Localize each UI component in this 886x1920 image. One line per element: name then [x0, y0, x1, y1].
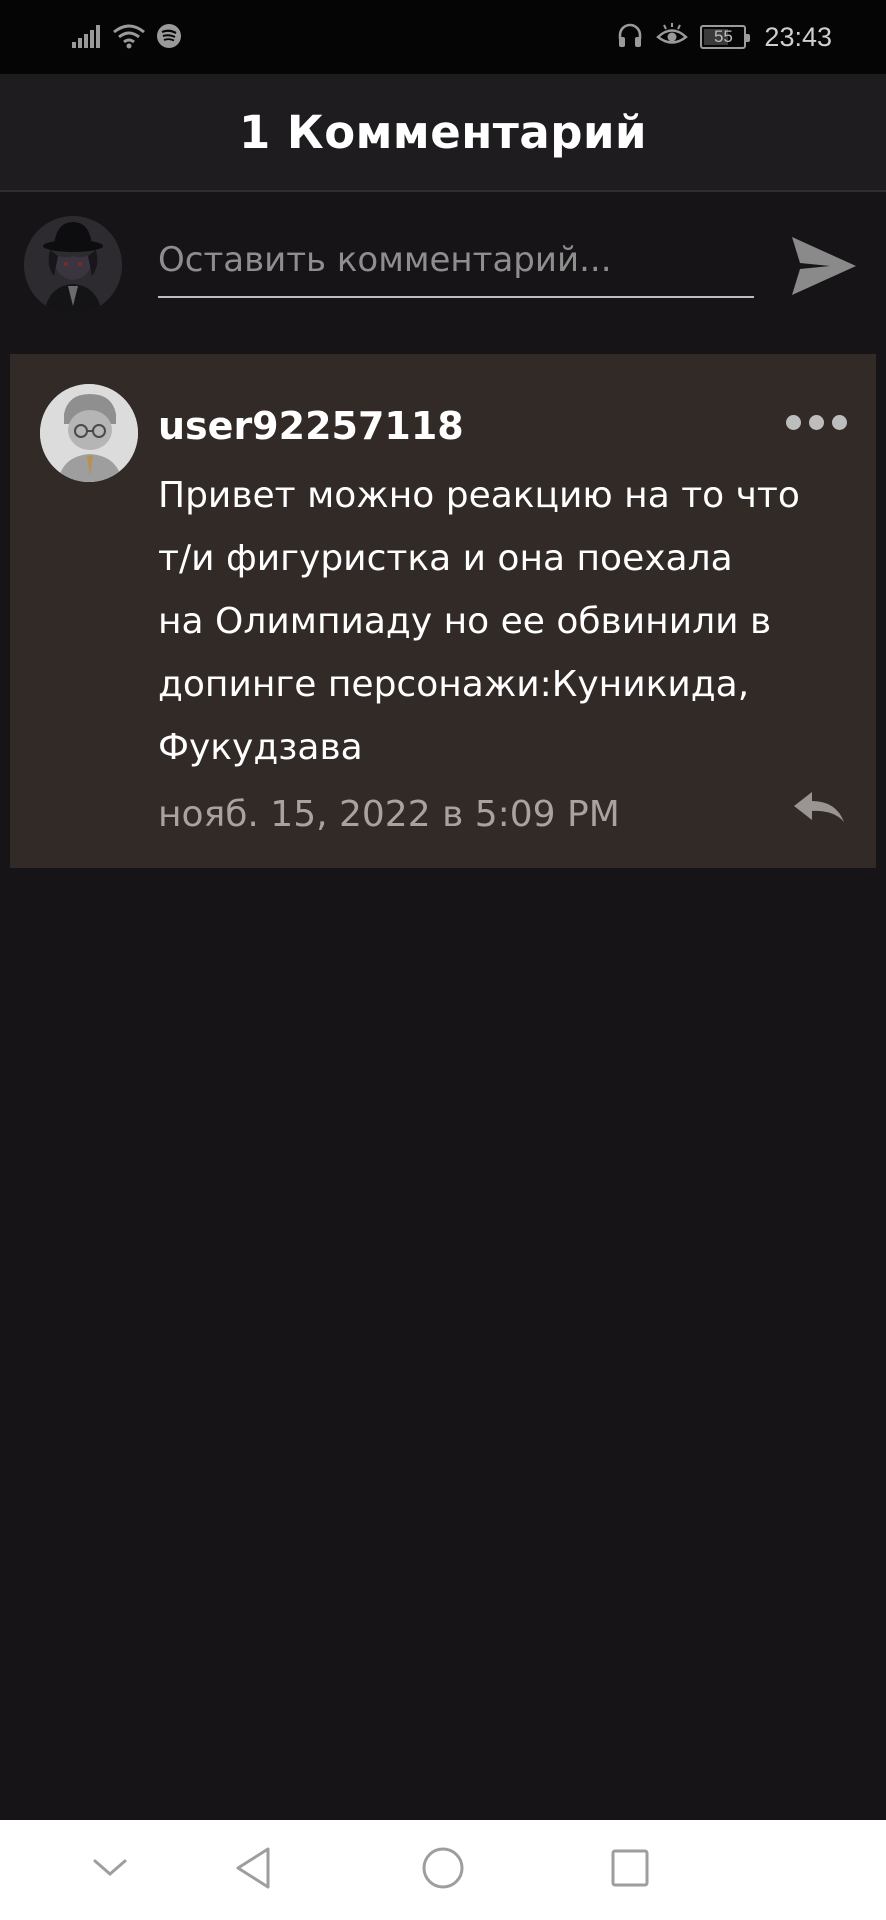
signal-icon — [72, 24, 102, 52]
battery-level: 55 — [713, 27, 733, 46]
reply-icon — [792, 790, 846, 830]
eye-comfort-icon — [656, 22, 689, 52]
compose-row — [0, 194, 886, 344]
header: 1 Комментарий — [0, 74, 886, 192]
more-dots-icon — [786, 414, 801, 430]
more-dots-icon — [832, 414, 847, 430]
comment-text: Привет можно реакцию на то что т/и фигур… — [158, 475, 800, 768]
page-title: 1 Комментарий — [238, 105, 648, 159]
headphones-icon — [616, 21, 644, 53]
avatar[interactable] — [40, 384, 138, 482]
more-dots-icon — [809, 414, 824, 430]
comments-screen: 55 23:43 1 Комментарий Оставить коммента… — [0, 0, 886, 1920]
system-navigation-bar — [0, 1820, 886, 1920]
back-icon — [232, 1845, 274, 1895]
nav-home-button[interactable] — [413, 1840, 473, 1900]
more-options-button[interactable] — [786, 408, 850, 436]
battery-icon: 55 — [700, 25, 751, 49]
recents-icon — [609, 1847, 651, 1893]
status-bar: 55 23:43 — [0, 0, 886, 74]
comment-timestamp: нояб. 15, 2022 в 5:09 PM — [158, 794, 620, 835]
nav-collapse-button[interactable] — [80, 1840, 140, 1900]
comment-input[interactable] — [158, 232, 754, 298]
status-left-icons — [72, 22, 182, 54]
send-button[interactable] — [788, 232, 860, 304]
chevron-down-icon — [92, 1856, 128, 1884]
comment-username[interactable]: user92257118 — [158, 404, 464, 448]
wifi-icon — [112, 23, 146, 53]
nav-back-button[interactable] — [223, 1840, 283, 1900]
current-user-avatar[interactable] — [24, 216, 122, 314]
nav-recents-button[interactable] — [600, 1840, 660, 1900]
send-icon — [790, 233, 858, 303]
comment-item: user92257118 Привет можно реакцию на то … — [10, 354, 876, 868]
home-icon — [420, 1845, 466, 1895]
clock: 23:43 — [764, 21, 832, 52]
spotify-icon — [156, 23, 182, 53]
reply-button[interactable] — [790, 786, 848, 834]
status-right-icons: 55 23:43 — [616, 20, 832, 54]
